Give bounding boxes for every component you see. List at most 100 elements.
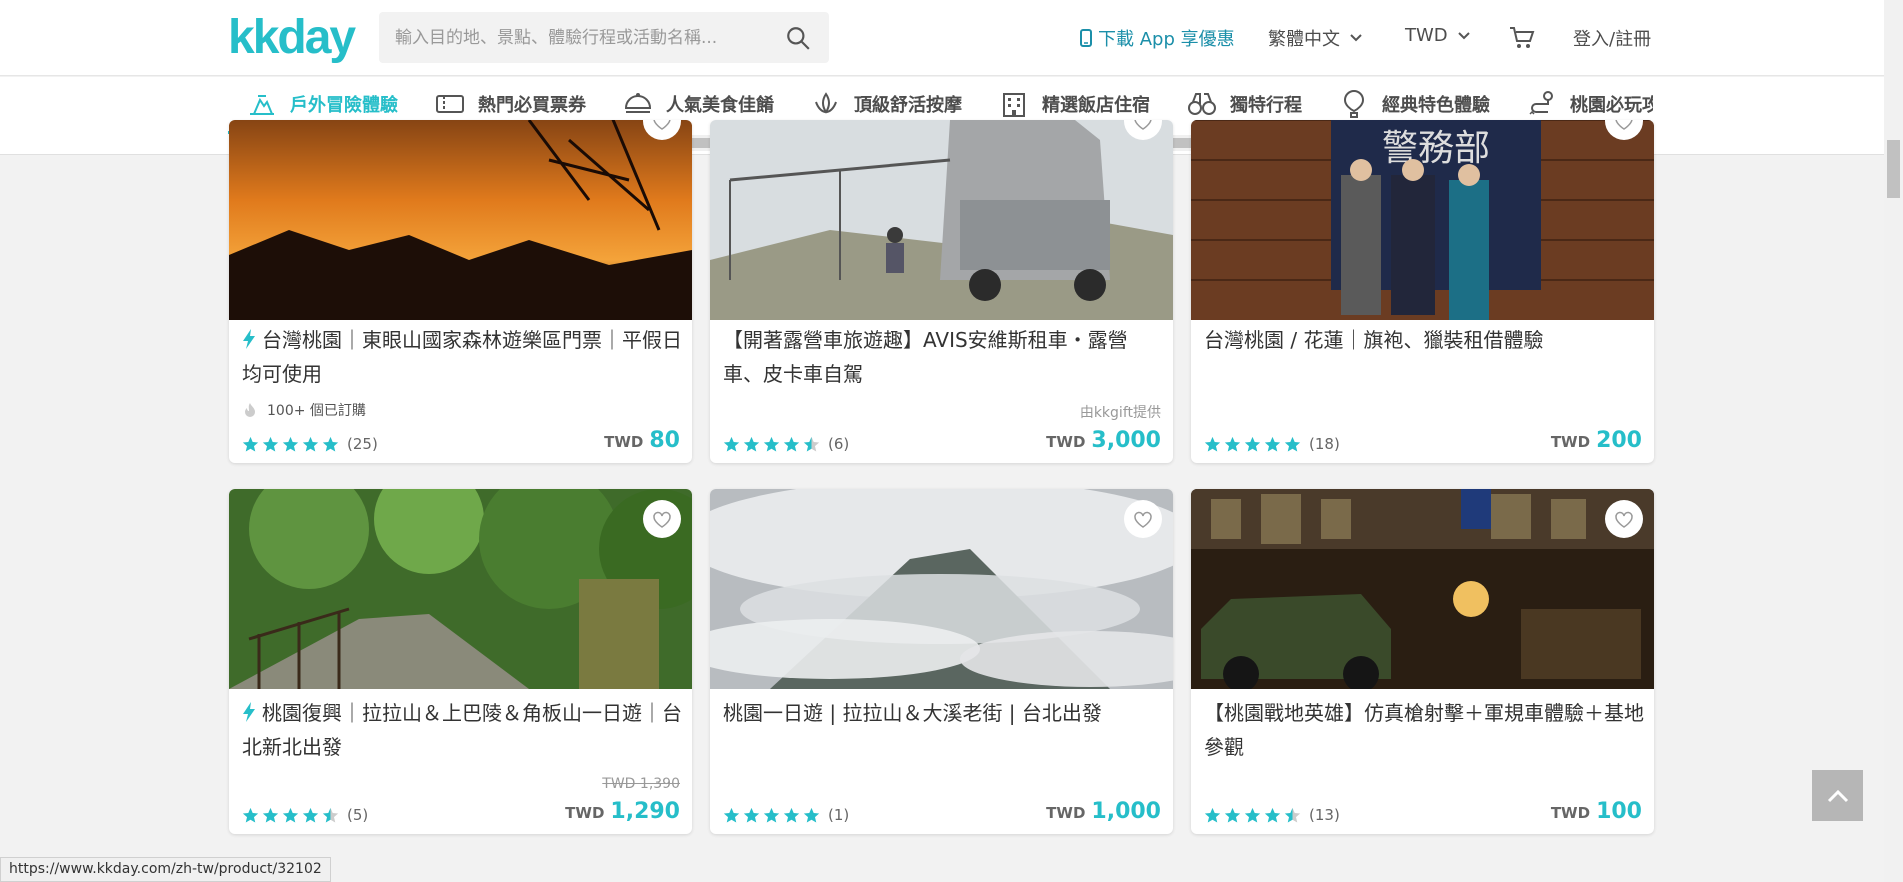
product-card[interactable]: 台灣桃園｜東眼山國家森林遊樂區門票｜平假日均可使用 100+ 個已訂購 (25)… xyxy=(229,120,692,463)
product-image xyxy=(1191,489,1654,689)
product-card[interactable]: 警務部 台灣桃園 / 花蓮｜旗袍、獵裝租借體驗 (18) TWD 200 xyxy=(1191,120,1654,463)
star-icon xyxy=(803,436,820,451)
star-icon xyxy=(322,436,339,451)
tab-label: 熱門必買票券 xyxy=(478,95,586,116)
rating: (6) xyxy=(723,435,849,453)
price-currency: TWD xyxy=(1046,433,1086,451)
original-price: TWD 1,390 xyxy=(602,776,680,792)
star-rating xyxy=(1204,807,1304,824)
star-icon xyxy=(1224,436,1241,451)
product-title[interactable]: 桃園復興｜拉拉山＆上巴陵＆角板山一日遊｜台北新北出發 xyxy=(242,696,682,764)
star-icon xyxy=(763,807,780,822)
star-rating xyxy=(242,436,342,453)
wishlist-button[interactable] xyxy=(1605,500,1643,538)
price: TWD 80 xyxy=(604,428,680,453)
star-icon xyxy=(1224,807,1241,822)
language-label: 繁體中文 xyxy=(1268,29,1340,50)
price-amount: 1,290 xyxy=(610,799,680,824)
star-icon xyxy=(1244,807,1261,822)
binoculars-icon xyxy=(1188,93,1216,115)
price-currency: TWD xyxy=(1550,804,1591,822)
phone-icon xyxy=(1080,29,1092,47)
star-icon xyxy=(1204,436,1221,451)
product-card[interactable]: 桃園復興｜拉拉山＆上巴陵＆角板山一日遊｜台北新北出發 TWD 1,390 (5)… xyxy=(229,489,692,834)
product-title[interactable]: 台灣桃園｜東眼山國家森林遊樂區門票｜平假日均可使用 xyxy=(242,323,682,391)
product-card[interactable]: 桃園一日遊 | 拉拉山＆大溪老街 | 台北出發 (1) TWD 1,000 xyxy=(710,489,1173,834)
star-icon xyxy=(262,807,279,822)
star-icon xyxy=(242,436,259,451)
product-image xyxy=(229,120,692,320)
star-icon xyxy=(282,807,299,822)
star-icon xyxy=(262,436,279,451)
hotel-icon xyxy=(1003,93,1025,117)
cart-button[interactable] xyxy=(1509,26,1535,50)
heart-icon xyxy=(1134,120,1152,130)
star-icon xyxy=(302,436,319,451)
search-icon[interactable] xyxy=(785,25,811,51)
review-count: (5) xyxy=(347,806,369,824)
price: TWD 1,290 xyxy=(565,799,680,824)
spa-icon xyxy=(815,92,837,114)
kkday-logo[interactable]: kkday xyxy=(228,10,356,65)
wishlist-button[interactable] xyxy=(1124,500,1162,538)
fire-icon xyxy=(245,403,255,417)
product-card[interactable]: 【桃園戰地英雄】仿真槍射擊＋軍規車體驗＋基地參觀 (13) TWD 100 xyxy=(1191,489,1654,834)
scrollbar-thumb[interactable] xyxy=(1887,140,1900,198)
star-icon xyxy=(302,807,319,822)
product-title[interactable]: 【桃園戰地英雄】仿真槍射擊＋軍規車體驗＋基地參觀 xyxy=(1204,696,1644,764)
download-app-link[interactable]: 下載 App 享優惠 xyxy=(1080,25,1235,51)
star-icon xyxy=(1284,807,1301,822)
chevron-up-icon xyxy=(1827,789,1848,802)
price: TWD 1,000 xyxy=(1046,799,1161,824)
back-to-top-button[interactable] xyxy=(1812,770,1863,821)
rating: (25) xyxy=(242,435,378,453)
instant-confirm-icon xyxy=(243,329,255,349)
price: TWD 3,000 xyxy=(1046,428,1161,453)
star-icon xyxy=(322,807,339,822)
tab-label: 桃園必玩攻略 xyxy=(1570,95,1653,116)
product-card[interactable]: 【開著露營車旅遊趣】AVIS安維斯租車・露營車、皮卡車自駕 由kkgift提供 … xyxy=(710,120,1173,463)
review-count: (6) xyxy=(828,435,850,453)
product-image xyxy=(710,489,1173,689)
review-count: (18) xyxy=(1309,435,1340,453)
balloon-icon xyxy=(1343,89,1365,118)
product-title[interactable]: 台灣桃園 / 花蓮｜旗袍、獵裝租借體驗 xyxy=(1204,323,1644,357)
product-title[interactable]: 桃園一日遊 | 拉拉山＆大溪老街 | 台北出發 xyxy=(723,696,1163,730)
chevron-down-icon xyxy=(1350,34,1362,42)
star-rating xyxy=(723,807,823,824)
price-amount: 3,000 xyxy=(1091,428,1161,453)
tab-label: 頂級舒活按摩 xyxy=(854,95,962,116)
star-icon xyxy=(1284,436,1301,451)
wishlist-button[interactable] xyxy=(643,500,681,538)
price: TWD 200 xyxy=(1551,428,1642,453)
star-icon xyxy=(743,436,760,451)
chevron-down-icon xyxy=(1457,31,1470,39)
star-icon xyxy=(282,436,299,451)
star-icon xyxy=(1264,807,1281,822)
heart-icon xyxy=(1134,511,1152,528)
provider-note: 由kkgift提供 xyxy=(1079,405,1161,421)
product-title[interactable]: 【開著露營車旅遊趣】AVIS安維斯租車・露營車、皮卡車自駕 xyxy=(723,323,1163,391)
currency-label: TWD xyxy=(1405,25,1448,46)
heart-icon xyxy=(653,511,671,528)
star-icon xyxy=(723,807,740,822)
rating: (13) xyxy=(1204,806,1340,824)
currency-selector[interactable]: TWD xyxy=(1405,25,1472,46)
food-icon xyxy=(624,93,652,113)
search-input[interactable] xyxy=(379,12,769,63)
star-icon xyxy=(723,436,740,451)
product-image xyxy=(229,489,692,689)
star-icon xyxy=(783,807,800,822)
page-scrollbar[interactable] xyxy=(1884,0,1903,882)
price-currency: TWD xyxy=(604,433,644,451)
rating: (18) xyxy=(1204,435,1340,453)
login-register-link[interactable]: 登入/註冊 xyxy=(1573,25,1651,51)
language-selector[interactable]: 繁體中文 xyxy=(1268,25,1364,51)
price-currency: TWD xyxy=(565,804,605,822)
star-icon xyxy=(1204,807,1221,822)
tab-label: 獨特行程 xyxy=(1230,95,1302,116)
svg-text:警務部: 警務部 xyxy=(1382,128,1490,169)
tab-label: 人氣美食佳餚 xyxy=(666,95,774,116)
price-currency: TWD xyxy=(1046,804,1086,822)
product-title-text: 桃園復興｜拉拉山＆上巴陵＆角板山一日遊｜台北新北出發 xyxy=(242,701,682,759)
